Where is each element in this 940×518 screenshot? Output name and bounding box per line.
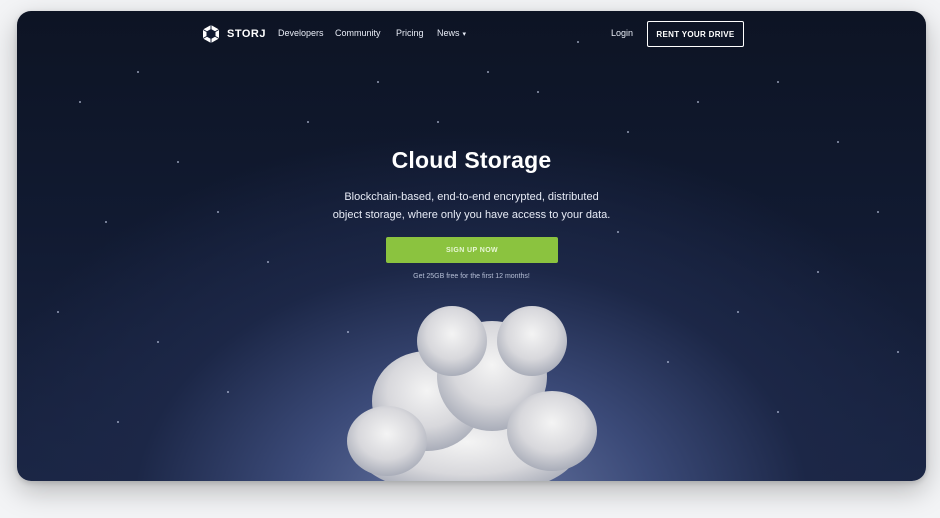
promo-text: Get 25GB free for the first 12 months! — [413, 273, 530, 280]
page-frame: STORJ Developers Community Pricing News ▾… — [17, 11, 926, 481]
nav-link-news[interactable]: News ▾ — [437, 28, 466, 38]
hero-title: Cloud Storage — [391, 147, 552, 173]
top-navigation: STORJ Developers Community Pricing News ▾… — [17, 11, 926, 57]
rent-your-drive-button[interactable]: RENT YOUR DRIVE — [647, 21, 744, 47]
brand-name: STORJ — [227, 28, 266, 40]
nav-link-pricing[interactable]: Pricing — [396, 28, 424, 38]
caret-down-icon: ▾ — [462, 31, 467, 38]
sign-up-button[interactable]: SIGN UP NOW — [386, 237, 558, 263]
login-link[interactable]: Login — [611, 28, 633, 38]
nav-link-news-label: News — [437, 28, 460, 38]
hero-subtitle-line-2: object storage, where only you have acce… — [332, 209, 611, 221]
storj-logo-icon — [202, 25, 220, 43]
hero-subtitle: Blockchain-based, end-to-end encrypted, … — [17, 188, 926, 224]
nav-link-community[interactable]: Community — [335, 28, 381, 38]
cloud-illustration — [347, 306, 597, 481]
brand-logo[interactable]: STORJ — [201, 24, 266, 44]
nav-link-developers[interactable]: Developers — [278, 28, 324, 38]
hero-subtitle-line-1: Blockchain-based, end-to-end encrypted, … — [344, 191, 599, 203]
